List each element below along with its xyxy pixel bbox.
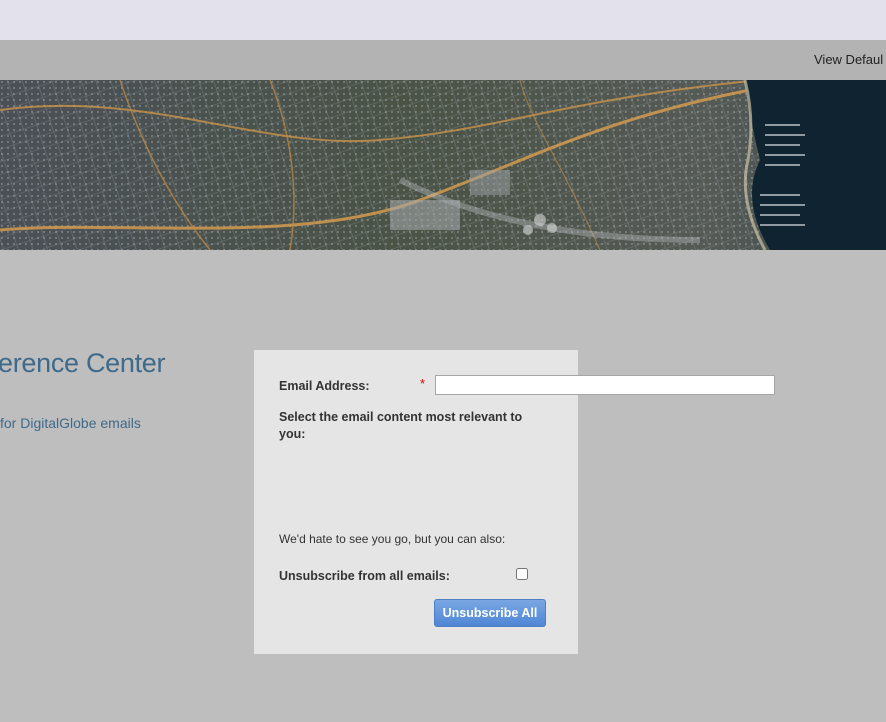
unsubscribe-all-button[interactable]: Unsubscribe All bbox=[434, 599, 546, 627]
top-strip bbox=[0, 0, 886, 40]
page-subtitle: for DigitalGlobe emails bbox=[0, 415, 141, 431]
email-input[interactable] bbox=[435, 375, 775, 395]
unsubscribe-all-label: Unsubscribe from all emails: bbox=[279, 569, 450, 583]
content-prompt: Select the email content most relevant t… bbox=[279, 410, 523, 441]
view-default-link[interactable]: View Defaul bbox=[814, 52, 883, 67]
nav-bar: View Defaul bbox=[0, 40, 886, 80]
required-marker: * bbox=[420, 376, 426, 391]
unsubscribe-all-checkbox[interactable] bbox=[516, 568, 528, 580]
email-label: Email Address: bbox=[279, 379, 370, 393]
aerial-map-banner bbox=[0, 80, 886, 250]
page-title: erence Center bbox=[0, 348, 166, 378]
aerial-map-image bbox=[0, 80, 886, 250]
leave-note: We'd hate to see you go, but you can als… bbox=[279, 532, 506, 546]
preference-form: Email Address: * Select the email conten… bbox=[254, 350, 775, 654]
